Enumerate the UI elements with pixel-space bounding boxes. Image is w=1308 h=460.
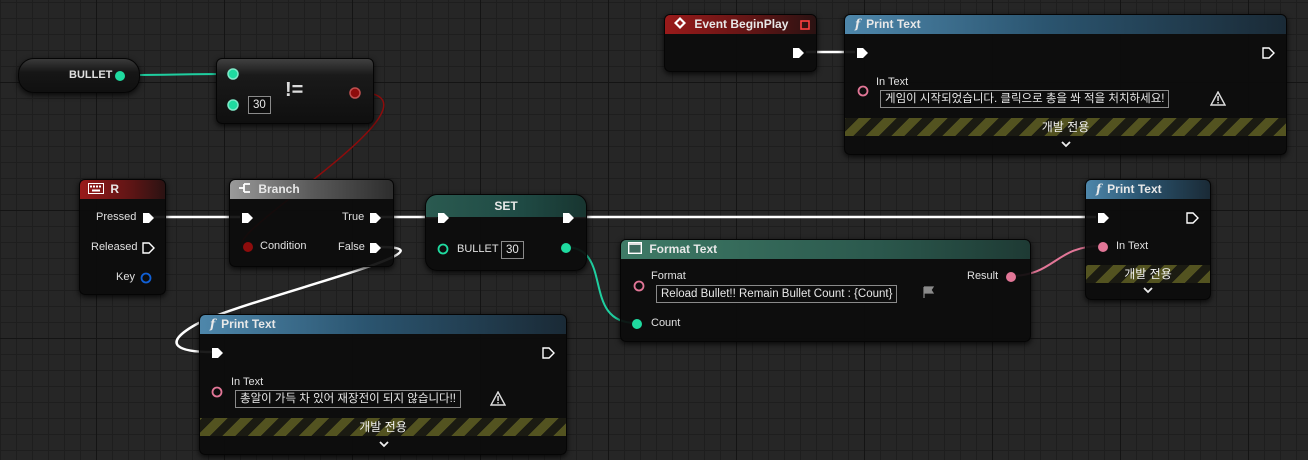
bullet-output-pin[interactable] — [114, 70, 126, 82]
not-equal-node[interactable]: 30 != — [216, 58, 374, 124]
branch-node[interactable]: Branch Condition True False — [229, 179, 394, 267]
print-text-right-title: Print Text — [1107, 182, 1162, 196]
branch-condition-label: Condition — [260, 240, 307, 252]
print-top-dev-only-banner: 개발 전용 — [845, 118, 1286, 136]
print-top-intext-pin[interactable] — [856, 84, 870, 98]
notequal-input-b-pin[interactable] — [226, 98, 240, 112]
notequal-output-pin[interactable] — [348, 86, 362, 100]
function-icon: f — [1096, 182, 1102, 196]
format-count-pin[interactable] — [630, 317, 644, 331]
event-delegate-icon[interactable] — [800, 20, 810, 30]
print-text-bottom-header: f Print Text — [200, 315, 566, 334]
key-r-event-node[interactable]: R Pressed Released Key — [79, 179, 166, 295]
expand-chevron-down-icon[interactable] — [1061, 140, 1071, 148]
print-top-intext-field[interactable]: 게임이 시작되었습니다. 클릭으로 총을 쏴 적을 처치하세요! — [880, 90, 1170, 108]
print-text-top-header: f Print Text — [845, 15, 1286, 34]
print-right-intext-pin[interactable] — [1096, 240, 1110, 254]
format-text-icon — [628, 242, 642, 254]
format-text-header: Format Text — [621, 240, 1030, 259]
set-bullet-input-pin[interactable] — [436, 242, 450, 256]
format-label: Format — [651, 270, 686, 282]
print-top-dev-only-label: 개발 전용 — [1041, 120, 1090, 134]
bullet-getter-node[interactable]: BULLET — [18, 58, 140, 93]
branch-condition-pin[interactable] — [241, 240, 255, 254]
expand-chevron-down-icon[interactable] — [379, 440, 389, 448]
print-bottom-exec-in-pin[interactable] — [210, 346, 224, 360]
print-bottom-intext-pin[interactable] — [210, 385, 224, 399]
set-exec-out-pin[interactable] — [561, 211, 575, 225]
format-text-node[interactable]: Format Text Format Reload Bullet!! Remai… — [620, 239, 1031, 342]
event-diamond-icon — [674, 17, 686, 29]
key-r-key-pin[interactable] — [139, 271, 153, 285]
print-bottom-intext-field[interactable]: 총알이 가득 차 있어 재장전이 되지 않습니다!! — [235, 390, 461, 408]
print-top-exec-out-pin[interactable] — [1261, 46, 1275, 60]
function-icon: f — [855, 17, 861, 31]
format-input-pin[interactable] — [632, 279, 646, 293]
branch-header: Branch — [230, 180, 393, 199]
key-r-released-label: Released — [91, 241, 138, 253]
expand-chevron-down-icon[interactable] — [1143, 286, 1153, 294]
print-right-dev-only-banner: 개발 전용 — [1086, 265, 1210, 283]
print-text-bottom-node[interactable]: f Print Text In Text 총알이 가득 차 있어 재장전이 되지 … — [199, 314, 567, 455]
branch-false-label: False — [338, 241, 365, 253]
print-right-exec-in-pin[interactable] — [1096, 211, 1110, 225]
beginplay-exec-out-pin[interactable] — [791, 46, 805, 60]
key-r-pressed-pin[interactable] — [141, 211, 155, 225]
set-bullet-node[interactable]: SET BULLET 30 — [425, 194, 587, 271]
warning-icon — [1210, 91, 1226, 106]
branch-true-pin[interactable] — [368, 211, 382, 225]
warning-icon — [490, 391, 506, 406]
branch-exec-in-pin[interactable] — [240, 211, 254, 225]
print-top-exec-in-pin[interactable] — [855, 46, 869, 60]
key-r-title: R — [110, 182, 120, 196]
print-text-top-title: Print Text — [866, 17, 921, 31]
print-text-bottom-title: Print Text — [221, 317, 276, 331]
format-result-label: Result — [967, 270, 999, 282]
key-r-header: R — [80, 180, 165, 199]
print-text-right-header: f Print Text — [1086, 180, 1210, 199]
print-text-top-node[interactable]: f Print Text In Text 게임이 시작되었습니다. 클릭으로 총을… — [844, 14, 1287, 155]
print-bottom-intext-label: In Text — [231, 376, 264, 388]
branch-title: Branch — [258, 182, 300, 196]
branch-icon — [239, 183, 250, 193]
print-right-exec-out-pin[interactable] — [1185, 211, 1199, 225]
format-text-title: Format Text — [649, 242, 718, 256]
format-count-label: Count — [651, 317, 681, 329]
format-result-pin[interactable] — [1004, 270, 1018, 284]
print-bottom-dev-only-label: 개발 전용 — [359, 420, 407, 434]
bullet-var-label: BULLET — [69, 69, 113, 81]
key-r-released-pin[interactable] — [141, 241, 155, 255]
print-right-intext-label: In Text — [1116, 240, 1149, 252]
function-icon: f — [210, 317, 216, 331]
set-title: SET — [494, 199, 518, 213]
notequal-input-a-pin[interactable] — [226, 67, 240, 81]
event-beginplay-header: Event BeginPlay — [665, 15, 816, 34]
print-text-right-node[interactable]: f Print Text In Text 개발 전용 — [1085, 179, 1211, 300]
print-bottom-dev-only-banner: 개발 전용 — [200, 418, 566, 436]
print-bottom-exec-out-pin[interactable] — [541, 346, 555, 360]
format-value-field[interactable]: Reload Bullet!! Remain Bullet Count : {C… — [656, 285, 898, 303]
notequal-operator-label: != — [285, 79, 304, 101]
set-bullet-output-pin[interactable] — [559, 241, 573, 255]
set-bullet-label: BULLET — [457, 243, 499, 255]
keyboard-icon — [88, 183, 104, 194]
print-right-dev-only-label: 개발 전용 — [1124, 267, 1172, 281]
notequal-value-field[interactable]: 30 — [248, 96, 271, 114]
branch-true-label: True — [342, 211, 365, 223]
print-top-intext-label: In Text — [876, 76, 909, 88]
key-r-pressed-label: Pressed — [96, 211, 137, 223]
branch-false-pin[interactable] — [368, 241, 382, 255]
event-beginplay-title: Event BeginPlay — [694, 17, 789, 31]
localization-flag-icon[interactable] — [923, 286, 935, 299]
event-beginplay-node[interactable]: Event BeginPlay — [664, 14, 817, 72]
set-bullet-value-field[interactable]: 30 — [501, 241, 524, 259]
key-r-key-label: Key — [116, 271, 135, 283]
set-exec-in-pin[interactable] — [436, 211, 450, 225]
